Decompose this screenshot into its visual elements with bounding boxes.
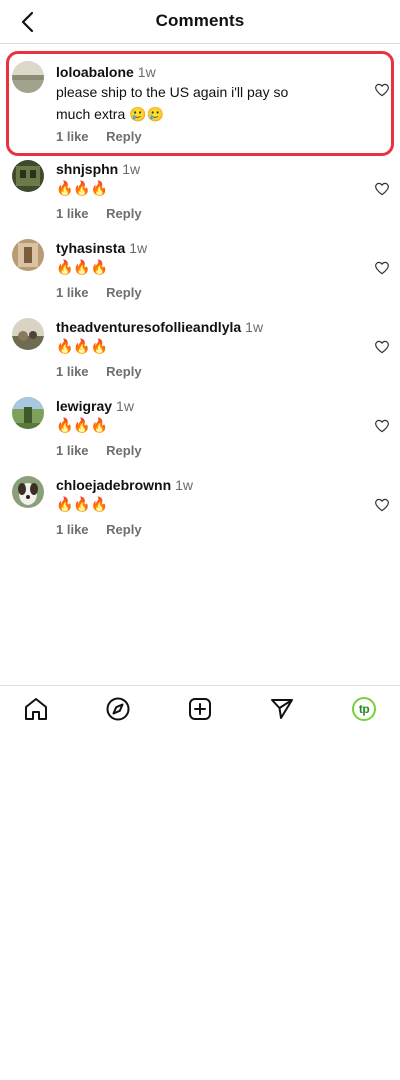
heart-icon[interactable] [374,497,390,513]
page-title: Comments [155,11,245,30]
comment-item: loloabalone 1w please ship to the US agai… [0,44,400,158]
send-icon [271,699,293,719]
timestamp: 1w [116,398,134,414]
reply-button[interactable]: Reply [106,522,141,537]
username[interactable]: tyhasinsta [56,240,125,256]
avatar[interactable] [12,160,44,192]
avatar[interactable] [12,397,44,429]
nav-profile[interactable]: tp [351,696,377,722]
nav-explore[interactable] [105,696,131,722]
header: Comments [0,0,400,44]
username[interactable]: theadventuresofollieandlyla [56,319,241,335]
like-count[interactable]: 1 like [56,443,89,458]
comment-item: shnjsphn 1w 🔥🔥🔥 1 like Reply [0,158,400,237]
heart-icon[interactable] [374,82,390,98]
profile-avatar: tp [352,697,376,721]
comment-body: chloejadebrownn 1w 🔥🔥🔥 1 like Reply [56,476,356,537]
nav-direct[interactable] [269,696,295,722]
like-count[interactable]: 1 like [56,129,89,144]
comment-meta: 1 like Reply [56,522,156,537]
like-count[interactable]: 1 like [56,206,89,221]
comment-text: 🔥🔥🔥 [56,338,109,354]
comment-meta: 1 like Reply [56,206,156,221]
comment-meta: 1 like Reply [56,443,156,458]
create-post-icon [189,698,211,720]
comment-body: theadventuresofollieandlyla 1w 🔥🔥🔥 1 like… [56,318,356,379]
username[interactable]: chloejadebrownn [56,477,171,493]
timestamp: 1w [245,319,264,335]
heart-icon[interactable] [374,418,390,434]
timestamp: 1w [175,477,194,493]
comment-item: lewigray 1w 🔥🔥🔥 1 like Reply [0,395,400,474]
heart-icon[interactable] [374,260,390,276]
reply-button[interactable]: Reply [106,364,141,379]
comment-meta: 1 like Reply [56,129,156,144]
comment-meta: 1 like Reply [56,364,156,379]
avatar[interactable] [12,476,44,508]
comment-body: shnjsphn 1w 🔥🔥🔥 1 like Reply [56,160,356,221]
avatar-image [12,318,44,350]
bottom-nav: tp [0,685,400,731]
reply-button[interactable]: Reply [106,443,141,458]
avatar[interactable] [12,61,44,93]
nav-home[interactable] [23,696,49,722]
comment-item: theadventuresofollieandlyla 1w 🔥🔥🔥 1 like… [0,316,400,395]
reply-button[interactable]: Reply [106,285,141,300]
like-count[interactable]: 1 like [56,364,89,379]
heart-icon[interactable] [374,339,390,355]
comment-text: 🔥🔥🔥 [56,180,109,196]
avatar[interactable] [12,239,44,271]
reply-button[interactable]: Reply [106,206,141,221]
comment-item: chloejadebrownn 1w 🔥🔥🔥 1 like Reply [0,474,400,553]
avatar-image [12,160,44,192]
like-count[interactable]: 1 like [56,522,89,537]
like-count[interactable]: 1 like [56,285,89,300]
username[interactable]: loloabalone [56,64,134,80]
comment-text: please ship to the US again i'll pay so … [56,84,289,122]
avatar-image [12,397,44,429]
nav-create[interactable] [187,696,213,722]
comments-screen: Comments loloabalone 1w please ship to th… [0,0,400,1080]
timestamp: 1w [122,161,141,177]
timestamp: 1w [137,64,156,80]
comment-text: 🔥🔥🔥 [56,259,109,275]
timestamp: 1w [129,240,148,256]
compass-icon [106,697,130,721]
comment-body: tyhasinsta 1w 🔥🔥🔥 1 like Reply [56,239,356,300]
comment-list: loloabalone 1w please ship to the US agai… [0,44,400,553]
username[interactable]: shnjsphn [56,161,118,177]
avatar-image [12,239,44,271]
heart-icon[interactable] [374,181,390,197]
comment-text: 🔥🔥🔥 [56,496,109,512]
reply-button[interactable]: Reply [106,129,141,144]
comment-meta: 1 like Reply [56,285,156,300]
comment-body: lewigray 1w 🔥🔥🔥 1 like Reply [56,397,356,458]
avatar-image [12,476,44,508]
comment-body: loloabalone 1w please ship to the US agai… [56,63,356,144]
avatar-image [12,61,44,93]
comment-text: 🔥🔥🔥 [56,417,109,433]
comment-item: tyhasinsta 1w 🔥🔥🔥 1 like Reply [0,237,400,316]
avatar[interactable] [12,318,44,350]
home-icon [25,698,47,720]
username[interactable]: lewigray [56,398,112,414]
